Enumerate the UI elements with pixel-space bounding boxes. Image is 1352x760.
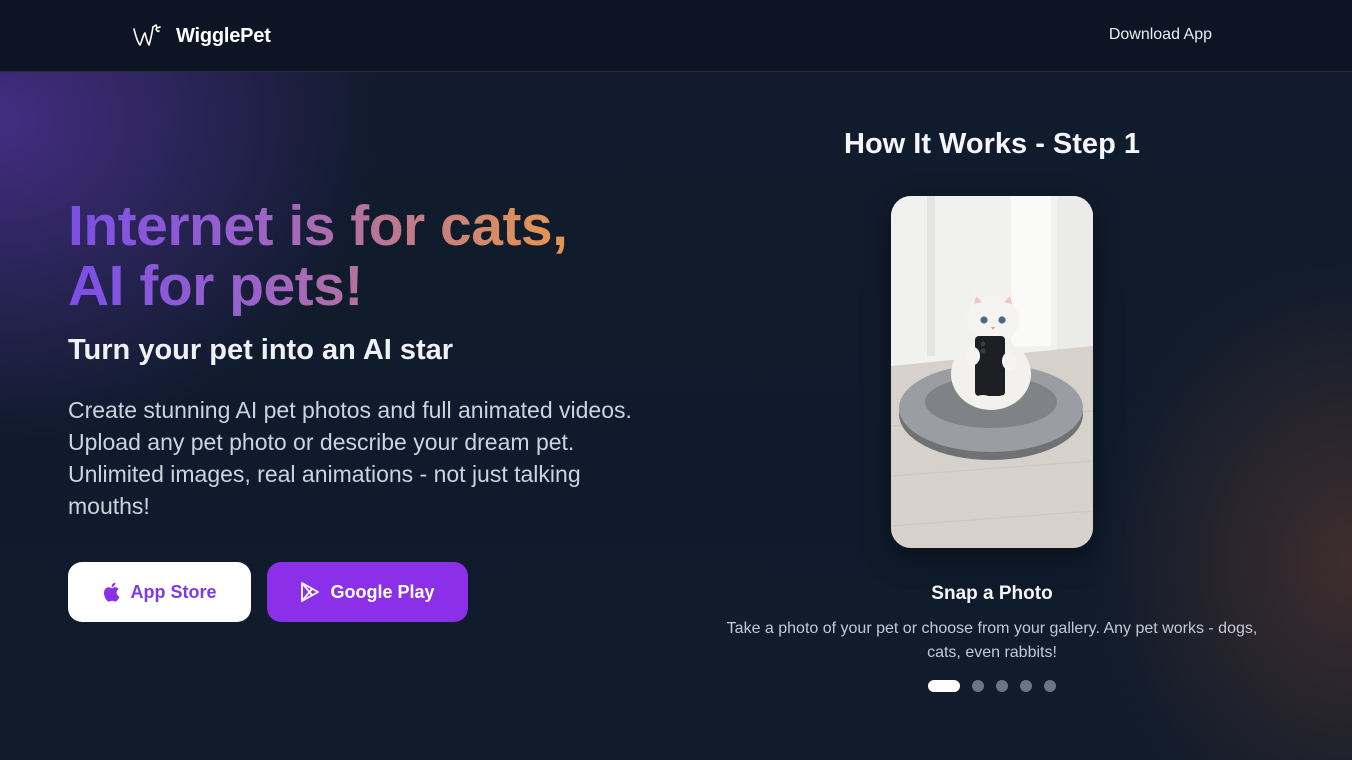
brand-name: WigglePet (176, 24, 271, 47)
hero-headline-line-1: Internet is for cats, (68, 194, 568, 258)
hero-headline-line-2: AI for pets! (68, 254, 363, 318)
hero-subheadline: Turn your pet into an AI star (68, 334, 454, 366)
app-store-label: App Store (130, 581, 217, 602)
google-play-icon (300, 581, 320, 603)
hero-headline: Internet is for cats, AI for pets! (68, 196, 688, 316)
wigglepet-logo-icon (132, 23, 162, 49)
carousel-dot-4[interactable] (1020, 680, 1032, 692)
apple-icon (102, 582, 120, 602)
top-navbar: WigglePet Download App (0, 0, 1352, 72)
step-description: Take a photo of your pet or choose from … (726, 620, 1258, 661)
step-preview-image (891, 196, 1093, 548)
carousel-dot-2[interactable] (972, 680, 984, 692)
carousel-dot-5[interactable] (1044, 680, 1056, 692)
how-it-works-title: How It Works - Step 1 (844, 128, 1140, 160)
cat-holding-phone-illustration (891, 196, 1093, 548)
download-app-link[interactable]: Download App (1109, 26, 1212, 44)
step-title: Snap a Photo (931, 583, 1053, 604)
hero-description: Create stunning AI pet photos and full a… (68, 397, 632, 519)
carousel-pagination (928, 680, 1056, 692)
app-store-button[interactable]: App Store (68, 562, 251, 622)
brand[interactable]: WigglePet (132, 22, 271, 50)
landing-page: WigglePet Download App Internet is for c… (0, 0, 1352, 760)
carousel-dot-1[interactable] (928, 680, 960, 692)
google-play-label: Google Play (330, 581, 435, 602)
carousel-dot-3[interactable] (996, 680, 1008, 692)
google-play-button[interactable]: Google Play (267, 562, 468, 622)
